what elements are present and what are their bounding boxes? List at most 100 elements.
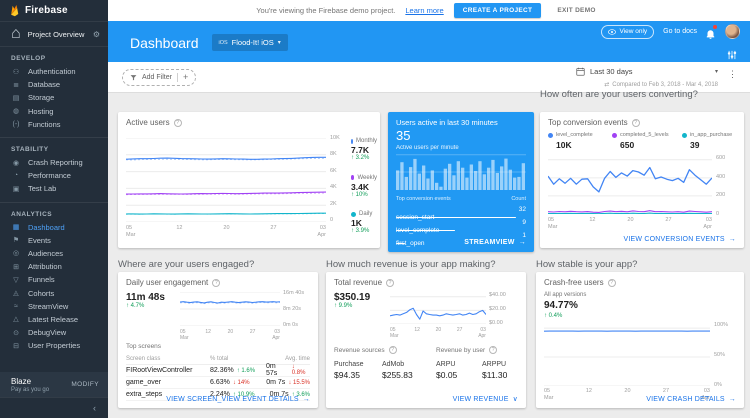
- plan-name: Blaze: [11, 377, 49, 386]
- legend-value: 650: [620, 140, 669, 150]
- notifications-button[interactable]: [706, 26, 716, 37]
- y-tick: 100%: [714, 322, 734, 328]
- nav-label: DebugView: [28, 328, 66, 337]
- go-to-docs-link[interactable]: Go to docs: [663, 28, 697, 35]
- event-count: 32: [519, 206, 526, 213]
- sidebar-item-functions[interactable]: (-)Functions: [0, 118, 108, 131]
- learn-more-link[interactable]: Learn more: [405, 6, 443, 15]
- sidebar-item-latest-release[interactable]: △Latest Release: [0, 313, 108, 326]
- event-bar: [396, 217, 516, 219]
- y-tick: 2K: [330, 201, 346, 207]
- help-icon[interactable]: ?: [212, 279, 220, 287]
- sidebar-item-database[interactable]: ≣Database: [0, 78, 108, 91]
- section-heading-stable: How stable is your app?: [536, 259, 637, 270]
- overflow-menu-button[interactable]: ⋮: [728, 69, 737, 80]
- view-screen-view-details-link[interactable]: VIEW SCREEN_VIEW EVENT DETAILS →: [166, 396, 310, 403]
- legend-delta: ↑ 3.9%: [351, 228, 377, 234]
- sidebar-item-storage[interactable]: ▤Storage: [0, 91, 108, 104]
- firebase-logo-row[interactable]: Firebase: [0, 0, 108, 22]
- help-icon[interactable]: ?: [489, 346, 497, 354]
- purchase-metric: Purchase $94.35: [334, 361, 364, 380]
- sidebar-item-user-properties[interactable]: ⊟User Properties: [0, 339, 108, 352]
- page-header: View only Go to docs Dashboard iOS Flood…: [108, 21, 750, 62]
- compare-range: ⇄ Compared to Feb 3, 2018 - Mar 4, 2018: [604, 81, 718, 88]
- col-header: Avg. time: [266, 356, 310, 362]
- notification-dot: [713, 25, 717, 29]
- project-overview-label: Project Overview: [28, 30, 86, 39]
- realtime-subtitle: Active users per minute: [396, 145, 459, 151]
- x-tick: 12: [414, 327, 420, 339]
- divider: [177, 73, 178, 82]
- pct-delta: ↑ 1.6%: [237, 368, 255, 374]
- nav-label: Latest Release: [28, 315, 78, 324]
- account-avatar[interactable]: [725, 24, 740, 39]
- cohorts-icon: ◬: [11, 289, 21, 297]
- sidebar-item-test-lab[interactable]: ▣Test Lab: [0, 182, 108, 195]
- sidebar-item-streamview[interactable]: ≈StreamView: [0, 300, 108, 313]
- view-revenue-link[interactable]: VIEW REVENUE ∨: [453, 395, 518, 403]
- test-lab-icon: ▣: [11, 185, 21, 193]
- realtime-row[interactable]: level_complete 9: [396, 219, 526, 231]
- help-icon[interactable]: ?: [386, 279, 394, 287]
- sidebar-item-cohorts[interactable]: ◬Cohorts: [0, 286, 108, 299]
- card-title: Daily user engagement: [126, 278, 208, 287]
- help-icon[interactable]: ?: [608, 279, 616, 287]
- legend-dot: [351, 139, 353, 144]
- legend-value: 10K: [556, 140, 593, 150]
- x-tick: 20: [223, 225, 229, 238]
- screen-class: game_over: [126, 379, 210, 386]
- sidebar-item-audiences[interactable]: ◎Audiences: [0, 247, 108, 260]
- revenue-value: $350.19: [334, 292, 370, 303]
- col-header: % total: [210, 356, 266, 362]
- crash-card: Crash-free users? All app versions 94.77…: [536, 272, 744, 408]
- gear-icon[interactable]: ⚙: [93, 30, 100, 39]
- streamview-link[interactable]: STREAMVIEW →: [464, 239, 526, 246]
- app-selector[interactable]: iOS Flood-It! iOS ▾: [212, 34, 288, 51]
- view-conversion-events-link[interactable]: VIEW CONVERSION EVENTS →: [624, 236, 736, 243]
- legend-daily: Daily 1K ↑ 3.9%: [351, 211, 377, 234]
- plan-desc: Pay as you go: [11, 387, 49, 393]
- arpu-metric: ARPU $0.05: [436, 361, 457, 380]
- compare-arrow-icon: ⇄: [604, 81, 609, 88]
- sidebar-item-debugview[interactable]: ⊙DebugView: [0, 326, 108, 339]
- funnels-icon: ▽: [11, 276, 21, 284]
- legend-dot: [682, 133, 687, 138]
- view-crash-details-link[interactable]: VIEW CRASH DETAILS →: [646, 396, 736, 403]
- sidebar-item-attribution[interactable]: ⊞Attribution: [0, 260, 108, 273]
- sidebar-item-crash-reporting[interactable]: ◉Crash Reporting: [0, 156, 108, 169]
- x-tick: 20: [228, 329, 234, 341]
- sidebar-item-performance[interactable]: ◔Performance: [0, 169, 108, 182]
- sidebar-item-dashboard[interactable]: ▦Dashboard: [0, 221, 108, 234]
- nav-label: Storage: [28, 93, 54, 102]
- realtime-row[interactable]: session_start 32: [396, 206, 526, 218]
- nav-label: Crash Reporting: [28, 158, 83, 167]
- help-icon[interactable]: ?: [389, 346, 397, 354]
- sidebar-item-hosting[interactable]: ◍Hosting: [0, 105, 108, 118]
- help-icon[interactable]: ?: [174, 119, 182, 127]
- link-label: STREAMVIEW: [464, 239, 514, 246]
- exit-demo-button[interactable]: EXIT DEMO: [551, 3, 601, 18]
- functions-icon: (-): [11, 121, 21, 128]
- section-label-develop: DEVELOP: [0, 47, 108, 65]
- x-tick: 20: [627, 217, 633, 230]
- y-tick: 10K: [330, 135, 346, 141]
- sidebar-collapse[interactable]: ‹: [0, 397, 108, 418]
- pct-total: 6.63%: [210, 379, 230, 386]
- add-filter-button[interactable]: Add Filter +: [122, 69, 196, 86]
- sidebar-item-project-overview[interactable]: ⌂ Project Overview ⚙: [0, 22, 108, 47]
- performance-icon: ◔: [11, 172, 21, 179]
- view-only-badge[interactable]: View only: [601, 25, 654, 39]
- sidebar-item-events[interactable]: ⚑Events: [0, 234, 108, 247]
- plan-modify-button[interactable]: MODIFY: [71, 381, 99, 388]
- attribution-icon: ⊞: [11, 263, 21, 271]
- x-tick: 12: [586, 388, 592, 401]
- admob-metric: AdMob $255.83: [382, 361, 413, 380]
- sidebar-item-authentication[interactable]: ⚇Authentication: [0, 65, 108, 78]
- y-tick: 6K: [330, 168, 346, 174]
- date-range-selector[interactable]: Last 30 days ▾: [576, 67, 718, 76]
- create-project-button[interactable]: CREATE A PROJECT: [454, 3, 542, 18]
- chevron-down-icon: ▾: [278, 39, 281, 46]
- sidebar-item-funnels[interactable]: ▽Funnels: [0, 273, 108, 286]
- help-icon[interactable]: ?: [632, 119, 640, 127]
- link-label: VIEW REVENUE: [453, 396, 509, 403]
